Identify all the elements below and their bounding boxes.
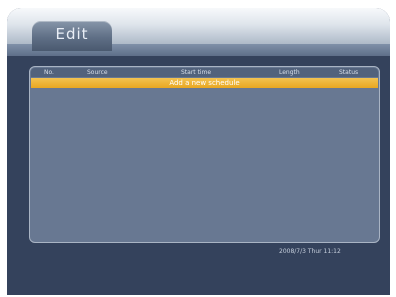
column-header-start-time: Start time xyxy=(181,69,212,76)
date-time-display: 2008/7/3 Thur 11:12 xyxy=(279,248,341,255)
column-header-source: Source xyxy=(87,69,108,76)
column-header-length: Length xyxy=(279,69,300,76)
tab-edit-label: Edit xyxy=(55,25,89,43)
column-header-no: No. xyxy=(44,69,54,76)
tab-edit[interactable]: Edit xyxy=(32,21,112,51)
table-header: No. Source Start time Length Status xyxy=(31,68,378,77)
add-new-schedule-label: Add a new schedule xyxy=(169,79,240,87)
column-header-status: Status xyxy=(339,69,359,76)
screen: Edit No. Source Start time Length Status… xyxy=(7,8,390,295)
schedule-table: No. Source Start time Length Status Add … xyxy=(29,66,380,243)
add-new-schedule-row[interactable]: Add a new schedule xyxy=(31,78,378,88)
